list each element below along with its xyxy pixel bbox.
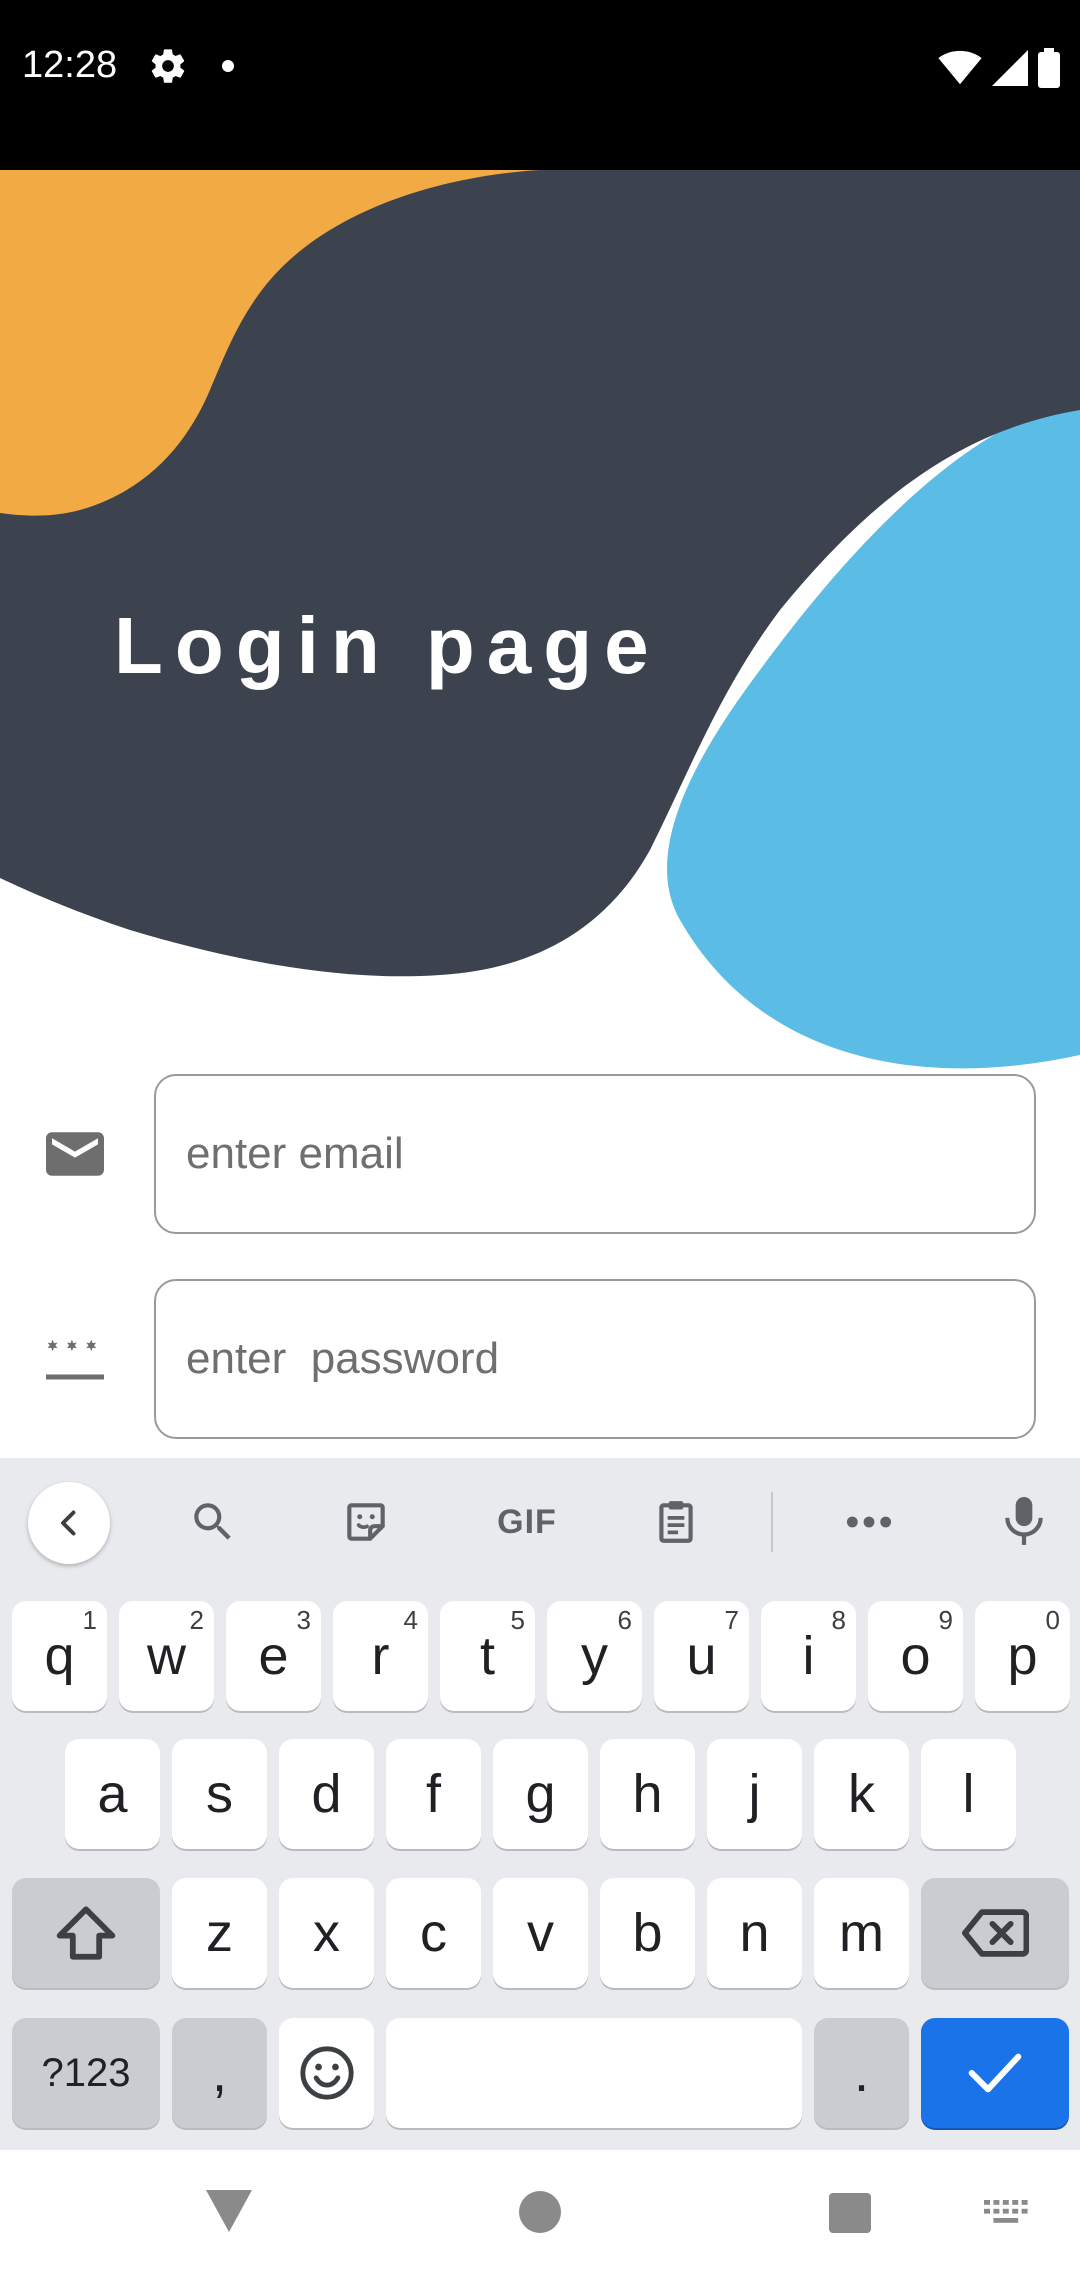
mail-icon [46,1132,104,1176]
key-e[interactable]: e3 [226,1601,321,1711]
key-a[interactable]: a [65,1739,160,1849]
shift-key[interactable] [12,1878,160,1988]
key-f[interactable]: f [386,1739,481,1849]
key-r[interactable]: r4 [333,1601,428,1711]
period-key[interactable]: . [814,2018,909,2128]
password-field[interactable] [154,1279,1036,1439]
key-z[interactable]: z [172,1878,267,1988]
backspace-icon [962,1909,1029,1957]
space-key[interactable] [386,2018,802,2128]
symbols-key[interactable]: ?123 [12,2018,160,2128]
key-h[interactable]: h [600,1739,695,1849]
key-b[interactable]: b [600,1878,695,1988]
gif-label: GIF [497,1502,557,1541]
home-circle-icon[interactable] [518,2190,562,2234]
soft-keyboard: GIF q1 w2 e3 r4 t5 y6 u7 i8 o9 p0 a s d … [0,1458,1080,2150]
hero-header: Login page [0,170,1080,1070]
back-triangle-icon[interactable] [204,2188,254,2234]
key-m[interactable]: m [814,1878,909,1988]
password-row [0,1279,1080,1439]
email-row [0,1074,1080,1234]
key-n[interactable]: n [707,1878,802,1988]
key-d[interactable]: d [279,1739,374,1849]
mic-icon[interactable] [982,1480,1066,1564]
wifi-icon [938,50,982,85]
notification-dot [222,60,234,72]
status-icons [938,46,1060,90]
navigation-bar [0,2150,1080,2280]
key-c[interactable]: c [386,1878,481,1988]
signal-icon [992,50,1028,86]
search-icon[interactable] [171,1480,255,1564]
key-y[interactable]: y6 [547,1601,642,1711]
toolbar-divider [771,1492,773,1552]
password-input[interactable] [186,1281,1006,1437]
key-t[interactable]: t5 [440,1601,535,1711]
checkmark-icon [968,2053,1022,2093]
gear-icon [151,49,185,83]
status-time: 12:28 [22,44,118,86]
gif-button[interactable]: GIF [477,1480,577,1564]
recents-square-icon[interactable] [828,2192,872,2234]
status-bar: 12:28 [0,0,1080,170]
more-icon[interactable] [827,1480,911,1564]
email-input[interactable] [186,1076,1006,1232]
key-k[interactable]: k [814,1739,909,1849]
key-l[interactable]: l [921,1739,1016,1849]
battery-icon [1038,48,1060,88]
clipboard-icon[interactable] [634,1480,718,1564]
key-o[interactable]: o9 [868,1601,963,1711]
back-icon[interactable] [28,1482,110,1564]
key-p[interactable]: p0 [975,1601,1070,1711]
key-s[interactable]: s [172,1739,267,1849]
key-i[interactable]: i8 [761,1601,856,1711]
backspace-key[interactable] [921,1878,1069,1988]
keyboard-switch-icon[interactable] [984,2200,1028,2226]
key-v[interactable]: v [493,1878,588,1988]
password-icon [46,1339,104,1380]
key-g[interactable]: g [493,1739,588,1849]
keyboard-toolbar: GIF [0,1458,1080,1578]
key-j[interactable]: j [707,1739,802,1849]
key-u[interactable]: u7 [654,1601,749,1711]
key-x[interactable]: x [279,1878,374,1988]
email-field[interactable] [154,1074,1036,1234]
comma-key[interactable]: , [172,2018,267,2128]
shift-icon [56,1906,116,1960]
key-q[interactable]: q1 [12,1601,107,1711]
key-w[interactable]: w2 [119,1601,214,1711]
sticker-icon[interactable] [324,1480,408,1564]
enter-key[interactable] [921,2018,1069,2128]
page-title: Login page [114,601,661,690]
emoji-key[interactable] [279,2018,374,2128]
emoji-icon [299,2046,354,2100]
